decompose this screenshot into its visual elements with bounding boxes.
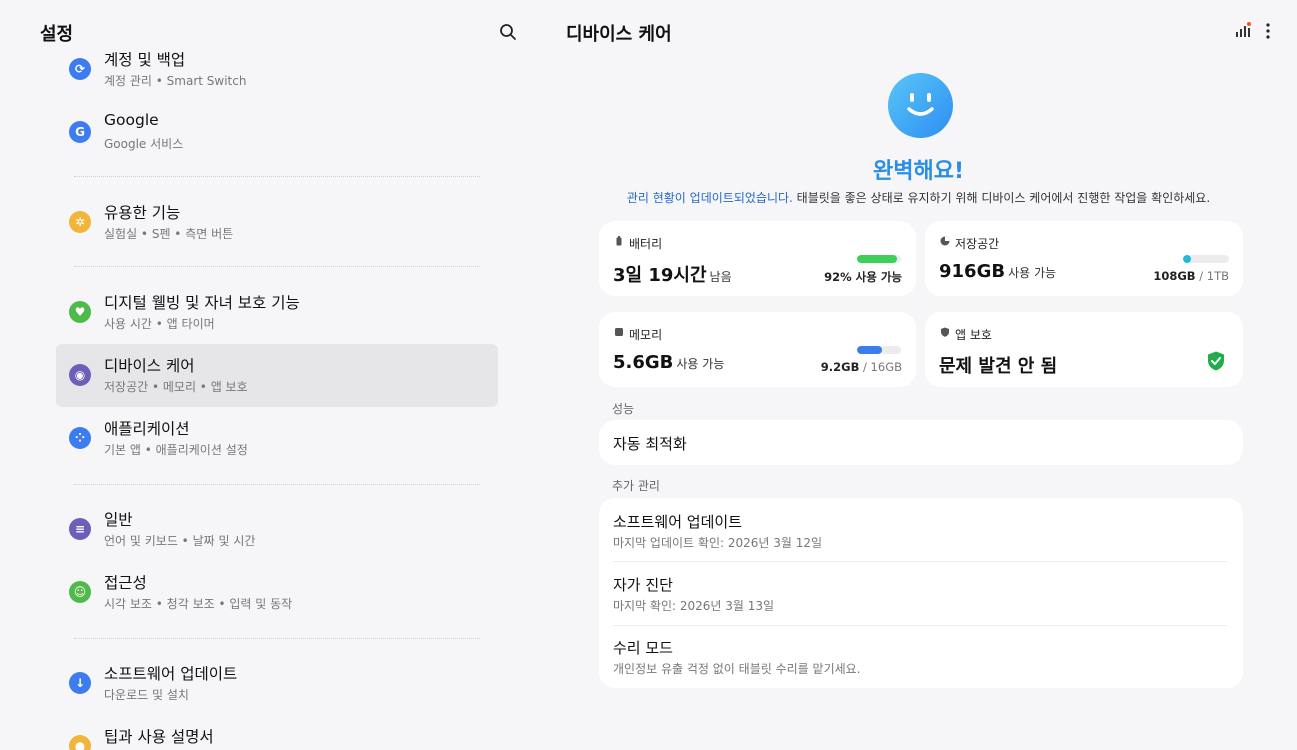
item-title: 유용한 기능 <box>104 204 181 222</box>
item-title: 접근성 <box>104 574 147 592</box>
item-title: 계정 및 백업 <box>104 51 186 69</box>
app-protection-value: 문제 발견 안 됨 <box>939 356 1058 377</box>
divider <box>74 176 480 177</box>
auto-optimize-title: 자동 최적화 <box>613 435 687 453</box>
settings-item-accessibility[interactable]: ☺ 접근성 시각 보조 • 청각 보조 • 입력 및 동작 <box>56 561 498 624</box>
bulb-icon: ● <box>69 735 91 750</box>
divider <box>74 266 480 267</box>
item-subtitle: 사용 시간 • 앱 타이머 <box>104 317 215 331</box>
sliders-icon: ≡ <box>69 518 91 540</box>
battery-value: 3일 19시간 남음 <box>613 265 732 286</box>
status-description-text: 태블릿을 좋은 상태로 유지하기 위해 디바이스 케어에서 진행한 작업을 확인… <box>792 191 1211 205</box>
item-title: Google <box>104 111 159 129</box>
divider <box>74 484 480 485</box>
settings-pane: 설정 ⟳ 계정 및 백업 계정 관리 • Smart Switch G Goog… <box>0 0 540 750</box>
battery-meta: 92% 사용 가능 <box>824 270 902 284</box>
item-title: 소프트웨어 업데이트 <box>613 513 742 531</box>
item-subtitle: Google 서비스 <box>104 137 184 151</box>
settings-item-general[interactable]: ≡ 일반 언어 및 키보드 • 날짜 및 시간 <box>56 498 498 561</box>
item-title: 디지털 웰빙 및 자녀 보호 기능 <box>104 294 300 312</box>
status-heading: 완벽해요! <box>873 159 964 184</box>
storage-card[interactable]: 저장공간 916GB 사용 가능 108GB / 1TB <box>925 221 1243 296</box>
more-item-repair-mode[interactable]: 수리 모드 개인정보 유출 걱정 없이 태블릿 수리를 맡기세요. <box>613 626 1227 688</box>
performance-section-label: 성능 <box>612 402 635 416</box>
memory-chip-icon <box>615 328 623 336</box>
item-title: 디바이스 케어 <box>104 357 195 375</box>
battery-bar <box>857 255 901 263</box>
more-management-section-label: 추가 관리 <box>612 479 660 493</box>
more-item-self-diagnosis[interactable]: 자가 진단 마지막 확인: 2026년 3월 13일 <box>613 562 1227 625</box>
battery-icon <box>616 236 622 246</box>
sync-icon: ⟳ <box>69 58 91 80</box>
auto-optimize-card[interactable]: 자동 최적화 <box>599 420 1243 465</box>
battery-card[interactable]: 배터리 3일 19시간 남음 92% 사용 가능 <box>599 221 916 296</box>
divider <box>74 638 480 639</box>
status-description: 관리 현황이 업데이트되었습니다. 태블릿을 좋은 상태로 유지하기 위해 디바… <box>540 189 1297 206</box>
storage-value: 916GB 사용 가능 <box>939 261 1057 282</box>
update-icon: ↓ <box>69 672 91 694</box>
storage-label: 저장공간 <box>955 237 1000 251</box>
device-care-icon: ◉ <box>69 364 91 386</box>
more-management-card: 소프트웨어 업데이트 마지막 업데이트 확인: 2026년 3월 12일 자가 … <box>599 498 1243 688</box>
item-subtitle: 저장공간 • 메모리 • 앱 보호 <box>104 380 248 394</box>
memory-bar <box>857 346 901 354</box>
item-subtitle: 실험실 • S펜 • 측면 버튼 <box>104 227 234 241</box>
auto-optimize-row[interactable]: 자동 최적화 <box>613 420 1227 465</box>
more-item-software-update[interactable]: 소프트웨어 업데이트 마지막 업데이트 확인: 2026년 3월 12일 <box>613 498 1227 561</box>
status-update-link[interactable]: 관리 현황이 업데이트되었습니다. <box>627 191 793 205</box>
smiley-face-icon <box>888 73 953 138</box>
battery-label: 배터리 <box>629 237 663 251</box>
settings-item-google[interactable]: G Google Google 서비스 <box>56 101 498 164</box>
item-title: 애플리케이션 <box>104 420 190 438</box>
item-title: 자가 진단 <box>613 576 673 594</box>
memory-meta: 9.2GB / 16GB <box>820 360 902 374</box>
settings-item-accounts-backup[interactable]: ⟳ 계정 및 백업 계정 관리 • Smart Switch <box>56 38 498 101</box>
settings-item-software-update[interactable]: ↓ 소프트웨어 업데이트 다운로드 및 설치 <box>56 652 498 715</box>
shield-check-icon <box>1208 351 1224 371</box>
item-subtitle: 개인정보 유출 걱정 없이 태블릿 수리를 맡기세요. <box>613 662 861 676</box>
page-title: 디바이스 케어 <box>566 24 672 45</box>
item-subtitle: 마지막 확인: 2026년 3월 13일 <box>613 599 775 613</box>
apps-icon: ⁘ <box>69 427 91 449</box>
item-subtitle: 다운로드 및 설치 <box>104 688 189 702</box>
memory-value: 5.6GB 사용 가능 <box>613 352 725 373</box>
item-title: 팁과 사용 설명서 <box>104 728 214 746</box>
memory-label: 메모리 <box>629 328 663 342</box>
settings-item-applications[interactable]: ⁘ 애플리케이션 기본 앱 • 애플리케이션 설정 <box>56 407 498 470</box>
storage-meta: 108GB / 1TB <box>1153 269 1229 283</box>
item-subtitle: 계정 관리 • Smart Switch <box>104 74 247 88</box>
item-title: 일반 <box>104 511 133 529</box>
google-icon: G <box>69 121 91 143</box>
stats-icon[interactable] <box>1235 22 1251 38</box>
storage-bar <box>1183 255 1229 263</box>
app-protection-label: 앱 보호 <box>955 328 992 342</box>
item-subtitle: 마지막 업데이트 확인: 2026년 3월 12일 <box>613 536 823 550</box>
storage-pie-icon <box>940 236 950 246</box>
item-subtitle: 기본 앱 • 애플리케이션 설정 <box>104 443 248 457</box>
shield-icon <box>941 327 949 337</box>
item-title: 소프트웨어 업데이트 <box>104 665 238 683</box>
battery-bar-fill <box>857 255 898 263</box>
item-subtitle: 언어 및 키보드 • 날짜 및 시간 <box>104 534 256 548</box>
item-subtitle: 시각 보조 • 청각 보조 • 입력 및 동작 <box>104 597 293 611</box>
app-protection-card[interactable]: 앱 보호 문제 발견 안 됨 <box>925 312 1243 387</box>
memory-bar-fill <box>857 346 883 354</box>
settings-item-device-care[interactable]: ◉ 디바이스 케어 저장공간 • 메모리 • 앱 보호 <box>56 344 498 407</box>
accessibility-icon: ☺ <box>69 581 91 603</box>
storage-bar-fill <box>1183 255 1191 263</box>
more-options-icon[interactable] <box>1264 22 1272 40</box>
search-icon[interactable] <box>498 22 518 42</box>
heart-icon: ♥ <box>69 301 91 323</box>
device-care-pane: 디바이스 케어 완벽해요! 관리 현황이 업데이트되었습니다. 태블릿을 좋은 … <box>540 0 1297 750</box>
star-gear-icon: ✲ <box>69 211 91 233</box>
memory-card[interactable]: 메모리 5.6GB 사용 가능 9.2GB / 16GB <box>599 312 916 387</box>
item-title: 수리 모드 <box>613 639 673 657</box>
settings-item-digital-wellbeing[interactable]: ♥ 디지털 웰빙 및 자녀 보호 기능 사용 시간 • 앱 타이머 <box>56 281 498 344</box>
settings-item-tips-manual[interactable]: ● 팁과 사용 설명서 <box>56 715 498 750</box>
settings-item-useful-features[interactable]: ✲ 유용한 기능 실험실 • S펜 • 측면 버튼 <box>56 191 498 254</box>
